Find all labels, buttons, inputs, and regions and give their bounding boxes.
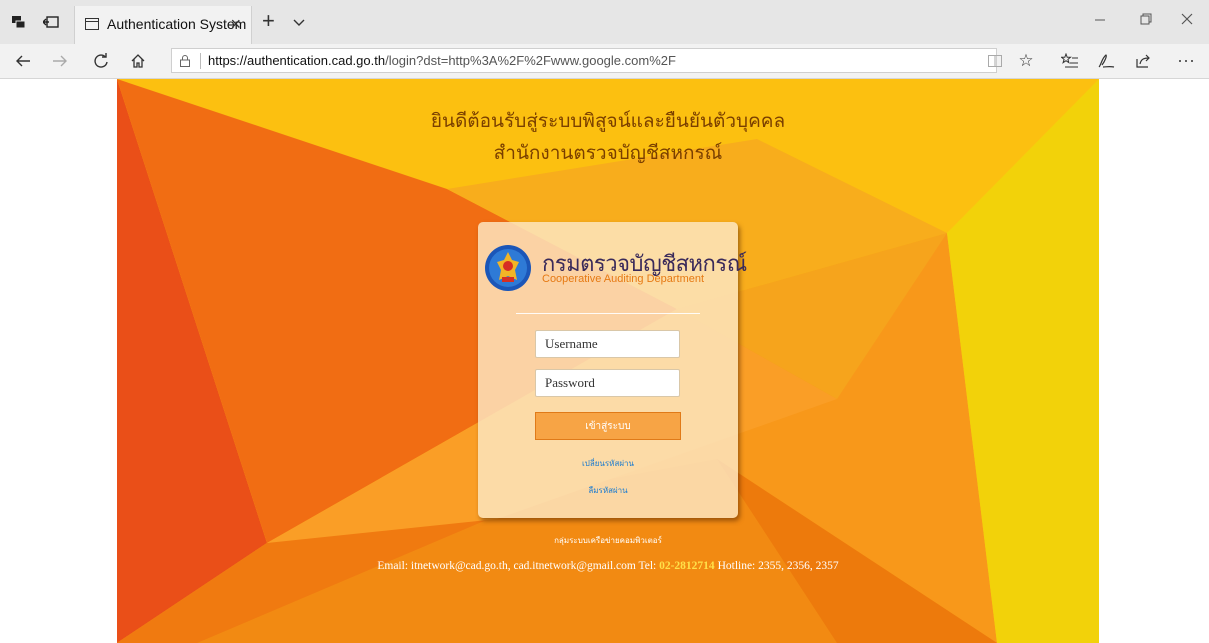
- tab-title: Authentication System: [107, 16, 247, 32]
- login-card: กรมตรวจบัญชีสหกรณ์ Cooperative Auditing …: [478, 222, 747, 518]
- office-heading: สำนักงานตรวจบัญชีสหกรณ์: [493, 142, 723, 164]
- footer-group-name: กลุ่มระบบเครือข่ายคอมพิวเตอร์: [554, 536, 662, 545]
- url-text[interactable]: https://authentication.cad.go.th/login?d…: [208, 53, 676, 68]
- footer-contact: Email: itnetwork@cad.go.th, cad.itnetwor…: [117, 560, 1099, 572]
- username-input[interactable]: [535, 330, 680, 358]
- card-divider: [516, 313, 700, 314]
- new-tab-button[interactable]: +: [262, 8, 275, 34]
- back-icon[interactable]: [13, 51, 33, 71]
- refresh-icon[interactable]: [91, 51, 111, 71]
- share-icon[interactable]: [1133, 51, 1153, 71]
- url-path: /login?dst=http%3A%2F%2Fwww.google.com%2…: [385, 53, 676, 68]
- address-bar[interactable]: https://authentication.cad.go.th/login?d…: [171, 48, 997, 73]
- reading-view-icon[interactable]: [985, 51, 1005, 71]
- page-icon: [85, 18, 99, 30]
- footer-tel: 02-2812714: [659, 560, 715, 572]
- forgot-password-link[interactable]: ลืมรหัสผ่าน: [478, 484, 738, 497]
- tab-close-button[interactable]: ×: [230, 14, 241, 35]
- login-button[interactable]: เข้าสู่ระบบ: [535, 412, 681, 440]
- org-name-english: Cooperative Auditing Department: [542, 273, 705, 285]
- org-logo-icon: [484, 244, 532, 292]
- password-input[interactable]: [535, 369, 680, 397]
- welcome-heading: ยินดีต้อนรับสู่ระบบพิสูจน์และยืนยันตัวบุ…: [430, 110, 786, 132]
- browser-tab-active[interactable]: Authentication System ×: [74, 6, 252, 44]
- tabs-aside-icon[interactable]: [42, 13, 60, 31]
- browser-nav-bar: https://authentication.cad.go.th/login?d…: [0, 44, 1209, 79]
- more-icon[interactable]: [1176, 51, 1196, 71]
- address-separator: [200, 53, 201, 69]
- home-icon[interactable]: [128, 51, 148, 71]
- restore-icon[interactable]: [1136, 12, 1156, 29]
- forward-icon[interactable]: [50, 51, 70, 71]
- page-content: ยินดีต้อนรับสู่ระบบพิสูจน์และยืนยันตัวบุ…: [0, 79, 1209, 643]
- close-window-icon[interactable]: [1177, 12, 1197, 29]
- pen-icon[interactable]: [1096, 51, 1116, 71]
- favorite-star-icon[interactable]: ☆: [1016, 51, 1036, 71]
- lock-icon[interactable]: [180, 54, 190, 67]
- tab-actions-icon[interactable]: [10, 13, 28, 31]
- browser-title-bar: Authentication System × +: [0, 0, 1209, 44]
- footer-email: Email: itnetwork@cad.go.th, cad.itnetwor…: [377, 560, 657, 572]
- change-password-link[interactable]: เปลี่ยนรหัสผ่าน: [478, 457, 738, 470]
- footer-hotline: Hotline: 2355, 2356, 2357: [717, 560, 839, 572]
- tab-list-chevron-icon[interactable]: [293, 14, 305, 26]
- url-host: https://authentication.cad.go.th: [208, 53, 386, 68]
- minimize-icon[interactable]: [1090, 12, 1110, 29]
- favorites-list-icon[interactable]: [1060, 51, 1080, 71]
